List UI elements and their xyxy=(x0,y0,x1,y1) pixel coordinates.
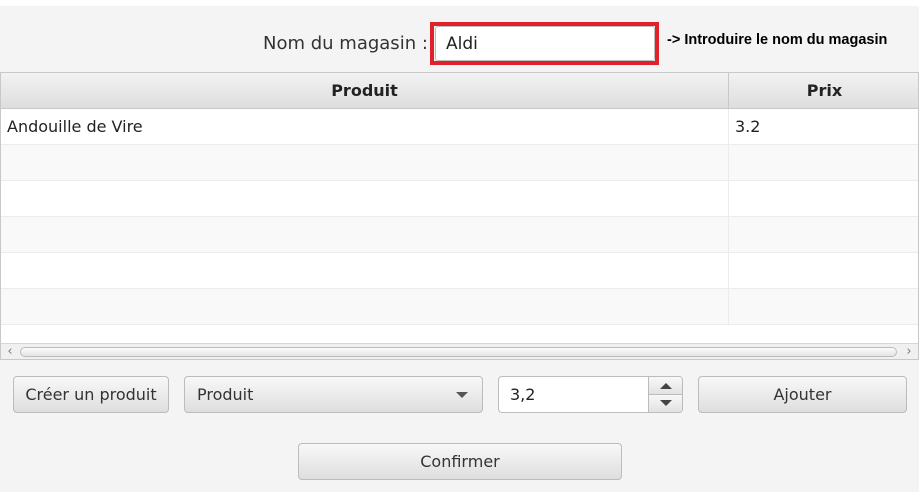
cell-produit xyxy=(1,253,729,288)
horizontal-scrollbar[interactable]: ‹ › xyxy=(1,343,918,359)
cell-produit xyxy=(1,181,729,216)
store-window: Nom du magasin : -> Introduire le nom du… xyxy=(0,6,919,492)
table-body: Andouille de Vire 3.2 xyxy=(1,109,918,325)
cell-prix xyxy=(729,181,918,216)
cell-produit xyxy=(1,217,729,252)
product-select[interactable]: Produit xyxy=(184,376,483,413)
table-header: Produit Prix xyxy=(1,73,918,109)
spinner-decrement-button[interactable] xyxy=(648,395,682,412)
price-spinner-value[interactable]: 3,2 xyxy=(510,377,535,412)
store-name-hint: -> Introduire le nom du magasin xyxy=(667,32,888,48)
cell-produit xyxy=(1,289,729,324)
cell-produit: Andouille de Vire xyxy=(1,109,729,144)
cell-prix xyxy=(729,217,918,252)
chevron-right-icon[interactable]: › xyxy=(901,344,917,359)
products-table: Produit Prix Andouille de Vire 3.2 ‹ › xyxy=(0,72,919,360)
store-name-label: Nom du magasin : xyxy=(263,33,428,54)
add-button[interactable]: Ajouter xyxy=(698,376,907,413)
column-header-prix[interactable]: Prix xyxy=(729,73,918,108)
product-select-value: Produit xyxy=(197,385,254,404)
cell-prix xyxy=(729,253,918,288)
store-name-input[interactable] xyxy=(435,26,655,61)
spinner-increment-button[interactable] xyxy=(648,377,682,395)
confirm-button[interactable]: Confirmer xyxy=(298,443,622,480)
scrollbar-thumb[interactable] xyxy=(20,347,897,357)
table-row xyxy=(1,181,918,217)
chevron-left-icon[interactable]: ‹ xyxy=(2,344,18,359)
cell-produit xyxy=(1,145,729,180)
table-row xyxy=(1,217,918,253)
arrow-down-icon xyxy=(660,400,672,406)
chevron-down-icon xyxy=(456,392,468,398)
price-spinner[interactable]: 3,2 xyxy=(498,376,683,413)
table-row xyxy=(1,145,918,181)
cell-prix: 3.2 xyxy=(735,117,761,136)
arrow-up-icon xyxy=(660,383,672,389)
column-header-produit[interactable]: Produit xyxy=(1,73,729,108)
create-product-button[interactable]: Créer un produit xyxy=(13,376,169,413)
table-row[interactable]: Andouille de Vire 3.2 xyxy=(1,109,918,145)
table-row xyxy=(1,289,918,325)
cell-prix xyxy=(729,289,918,324)
table-row xyxy=(1,253,918,289)
cell-prix xyxy=(729,145,918,180)
